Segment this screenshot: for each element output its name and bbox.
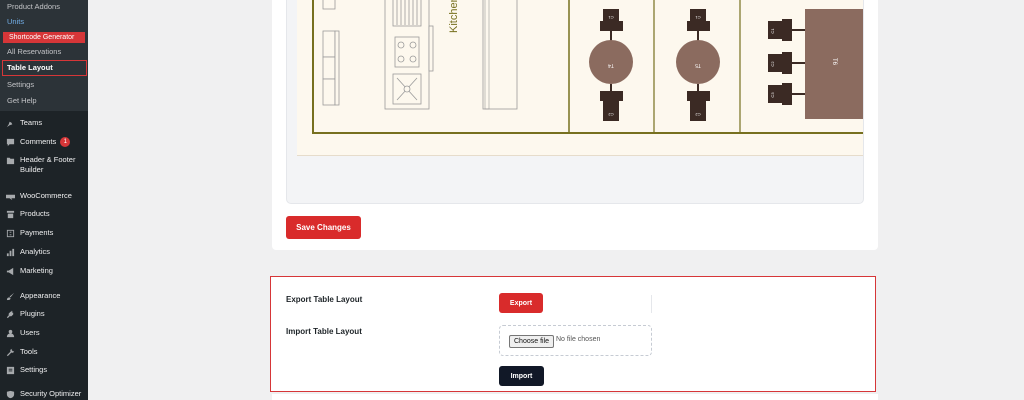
chair-label: C3	[770, 92, 775, 98]
chair-back	[687, 91, 710, 101]
sidebar-item-label: Security Optimizer	[20, 389, 82, 398]
comments-count-badge: 1	[60, 137, 71, 147]
floor-plan-drawing: Kitchen T4 T5 T6 C1 C2 C1 C2 C1 C2 C3	[312, 0, 863, 134]
export-table-layout-label: Export Table Layout	[286, 295, 363, 304]
submenu-item-product-addons[interactable]: Product Addons	[0, 0, 88, 14]
table-t6-group	[768, 9, 863, 119]
sidebar-item-security-optimizer[interactable]: Security Optimizer	[0, 389, 88, 399]
kitchen-label: Kitchen	[448, 0, 460, 33]
sidebar-item-marketing[interactable]: Marketing	[0, 266, 88, 276]
chair-label: C1	[770, 28, 775, 34]
submenu-item-units[interactable]: Units	[0, 14, 88, 30]
layout-canvas-panel: Kitchen T4 T5 T6 C1 C2 C1 C2 C1 C2 C3	[286, 0, 864, 204]
chair-label: C2	[695, 112, 701, 117]
export-button[interactable]: Export	[499, 293, 543, 313]
sidebar-item-analytics[interactable]: Analytics	[0, 247, 88, 257]
no-file-chosen-text: No file chosen	[556, 336, 601, 343]
chair-bottom	[690, 101, 706, 121]
round-table-t5	[676, 40, 720, 84]
table-layout-card: Kitchen T4 T5 T6 C1 C2 C1 C2 C1 C2 C3 Sa…	[272, 0, 878, 250]
table-t6-label: T6	[831, 58, 837, 66]
woo-icon	[5, 191, 16, 201]
sidebar-item-label: Teams	[20, 118, 43, 127]
sidebar-item-products[interactable]: Products	[0, 209, 88, 219]
dollar-icon	[5, 228, 16, 238]
plug-icon	[5, 309, 16, 319]
sidebar-item-settings[interactable]: Settings	[0, 365, 88, 375]
sidebar-item-label: Users	[20, 328, 40, 337]
kitchen-appliances	[384, 0, 434, 110]
sidebar-item-label: Products	[20, 209, 50, 218]
shield-icon	[5, 389, 16, 399]
sidebar-submenu: Product Addons Units Shortcode Generator…	[0, 0, 88, 111]
sidebar-item-header-footer-builder[interactable]: Header & Footer Builder	[0, 155, 88, 175]
chair-label: C1	[695, 15, 701, 20]
sidebar-item-label: Plugins	[20, 309, 45, 318]
sidebar-item-label: Marketing	[20, 266, 53, 275]
comment-icon	[5, 137, 16, 147]
archive-icon	[5, 209, 16, 219]
round-table-t4	[589, 40, 633, 84]
sidebar-item-label: Analytics	[20, 247, 51, 256]
sidebar-item-comments[interactable]: Comments 1	[0, 137, 88, 147]
admin-sidebar: Product Addons Units Shortcode Generator…	[0, 0, 88, 400]
submenu-item-settings[interactable]: Settings	[0, 77, 88, 93]
brush-icon	[5, 291, 16, 301]
sliders-icon	[5, 365, 16, 375]
sidebar-item-label: Header & Footer Builder	[20, 155, 76, 174]
chair-label: C1	[608, 15, 614, 20]
chair-back	[600, 91, 623, 101]
submenu-item-get-help[interactable]: Get Help	[0, 93, 88, 109]
sidebar-item-label: Settings	[20, 365, 48, 374]
chair-back	[687, 21, 710, 31]
section-divider	[651, 295, 652, 313]
kitchen-cabinets	[322, 0, 340, 106]
table-t5-label: T5	[695, 62, 701, 68]
submenu-item-shortcode-generator[interactable]: Shortcode Generator	[3, 31, 85, 43]
sidebar-item-label: Payments	[20, 228, 54, 237]
chair-label: C2	[770, 61, 775, 67]
chair-back	[600, 21, 623, 31]
sidebar-item-appearance[interactable]: Appearance	[0, 291, 88, 301]
sidebar-item-teams[interactable]: Teams	[0, 118, 88, 128]
kitchen-counter	[482, 0, 518, 110]
sidebar-item-label: WooCommerce	[20, 191, 72, 200]
floor-plan-canvas[interactable]: Kitchen T4 T5 T6 C1 C2 C1 C2 C1 C2 C3	[297, 0, 863, 156]
sidebar-item-plugins[interactable]: Plugins	[0, 309, 88, 319]
megaphone-icon	[5, 266, 16, 276]
save-changes-button[interactable]: Save Changes	[286, 216, 361, 239]
sidebar-item-label: Appearance	[20, 291, 61, 300]
chair-bottom	[603, 101, 619, 121]
bar-chart-icon	[5, 247, 16, 257]
sidebar-item-woocommerce[interactable]: WooCommerce	[0, 191, 88, 201]
wrench-icon	[5, 347, 16, 357]
sidebar-item-users[interactable]: Users	[0, 328, 88, 338]
sidebar-item-label: Tools	[20, 347, 38, 356]
sidebar-item-tools[interactable]: Tools	[0, 347, 88, 357]
sidebar-item-label: Comments	[20, 137, 57, 146]
import-table-layout-label: Import Table Layout	[286, 327, 362, 336]
chair-label: C2	[608, 112, 614, 117]
next-section-card	[272, 394, 878, 400]
import-file-dropzone[interactable]: Choose file No file chosen	[499, 325, 652, 356]
sidebar-item-payments[interactable]: Payments	[0, 228, 88, 238]
table-t4-label: T4	[608, 62, 614, 68]
submenu-item-all-reservations[interactable]: All Reservations	[0, 44, 88, 60]
user-icon	[5, 328, 16, 338]
import-button[interactable]: Import	[499, 366, 544, 386]
submenu-item-table-layout[interactable]: Table Layout	[2, 60, 87, 76]
folder-icon	[5, 155, 16, 165]
export-import-section: Export Table Layout Export Import Table …	[270, 276, 876, 392]
pin-icon	[5, 118, 16, 128]
choose-file-button[interactable]: Choose file	[509, 335, 555, 348]
